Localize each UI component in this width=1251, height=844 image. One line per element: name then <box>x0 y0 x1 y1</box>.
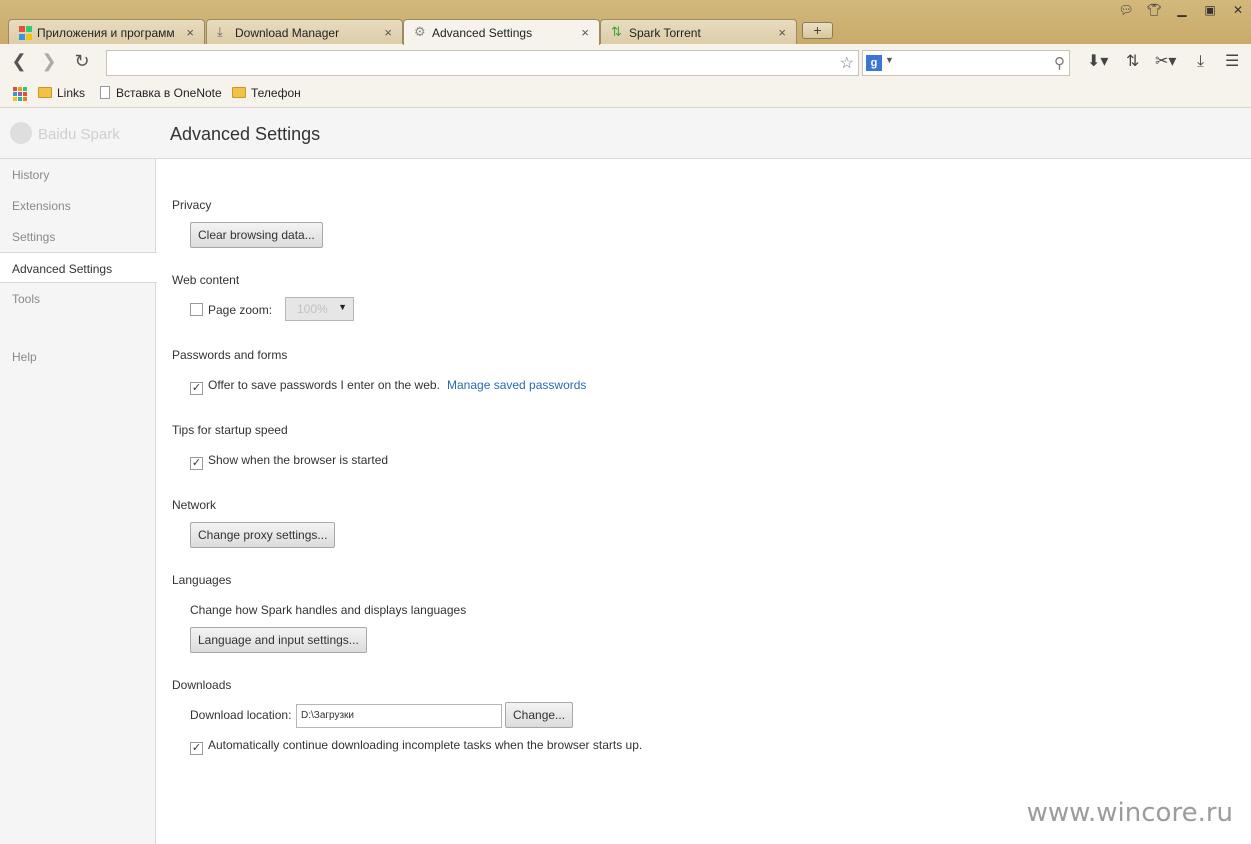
tab-advanced-settings[interactable]: ⚙ Advanced Settings × <box>403 19 600 45</box>
downloads-icon[interactable]: ⤓ <box>1197 51 1204 73</box>
apps-favicon-icon <box>19 26 33 40</box>
google-icon[interactable]: g <box>866 55 882 71</box>
sidebar-item-settings[interactable]: Settings <box>0 221 155 252</box>
tab-label: Advanced Settings <box>432 26 533 40</box>
chevron-down-icon[interactable]: ▼ <box>885 55 894 65</box>
languages-description: Change how Spark handles and displays la… <box>190 603 467 617</box>
download-icon: ⤓ <box>217 24 223 39</box>
close-icon[interactable]: × <box>778 25 786 40</box>
apps-grid-icon[interactable] <box>13 87 27 101</box>
change-download-location-button[interactable]: Change... <box>505 702 574 728</box>
tab-label: Приложения и программ <box>37 26 175 40</box>
back-icon[interactable]: ❮ <box>8 51 30 73</box>
change-proxy-settings-button[interactable]: Change proxy settings... <box>190 522 336 548</box>
page-zoom-select[interactable]: 100% ▼ <box>285 297 354 321</box>
page-zoom-row: Page zoom: <box>190 303 272 317</box>
scissors-icon[interactable]: ✂▾ <box>1155 51 1176 73</box>
tab-label: Spark Torrent <box>629 26 701 40</box>
close-icon[interactable]: × <box>581 25 589 40</box>
section-title-startup: Tips for startup speed <box>172 423 288 437</box>
torrent-arrows-icon[interactable]: ⇅ <box>1126 51 1139 73</box>
section-title-downloads: Downloads <box>172 678 232 692</box>
auto-continue-row: ✓ Automatically continue downloading inco… <box>190 738 642 755</box>
clear-browsing-data-button[interactable]: Clear browsing data... <box>190 222 323 248</box>
offer-save-passwords-label: Offer to save passwords I enter on the w… <box>208 378 440 392</box>
page-zoom-checkbox[interactable] <box>190 303 203 316</box>
close-icon[interactable]: × <box>384 25 392 40</box>
new-tab-button[interactable]: + <box>802 22 833 39</box>
sidebar-item-advanced-settings[interactable]: Advanced Settings <box>0 252 157 283</box>
page-zoom-label: Page zoom: <box>208 303 273 317</box>
forward-icon[interactable]: ❯ <box>38 51 60 73</box>
folder-icon <box>232 87 246 98</box>
page-icon <box>100 86 110 99</box>
bookmarks-bar: Links Вставка в OneNote Телефон <box>0 80 1251 108</box>
bookmark-onenote[interactable]: Вставка в OneNote <box>100 86 222 100</box>
spark-logo-icon <box>10 122 32 144</box>
sidebar: History Extensions Settings Advanced Set… <box>0 159 157 844</box>
auto-continue-label: Automatically continue downloading incom… <box>208 738 643 752</box>
gear-icon: ⚙ <box>414 24 426 39</box>
show-on-start-label: Show when the browser is started <box>208 453 389 467</box>
sidebar-item-extensions[interactable]: Extensions <box>0 190 155 221</box>
menu-icon[interactable]: ☰ <box>1225 51 1239 73</box>
shirt-icon[interactable]: 👕︎ <box>1143 3 1165 17</box>
auto-continue-checkbox[interactable]: ✓ <box>190 742 203 755</box>
sidebar-item-help[interactable]: Help <box>0 341 155 372</box>
folder-icon <box>38 87 52 98</box>
section-title-web-content: Web content <box>172 273 240 287</box>
tab-apps[interactable]: Приложения и программ × <box>8 19 205 45</box>
sidebar-item-history[interactable]: History <box>0 159 155 190</box>
tab-download-manager[interactable]: ⤓ Download Manager × <box>206 19 403 45</box>
section-title-passwords: Passwords and forms <box>172 348 288 362</box>
bookmark-phone[interactable]: Телефон <box>232 86 301 100</box>
toolbar: ❮ ❯ ↻ ☆ g ▼ ⚲ ⬇▾ ⇅ ✂▾ ⤓ ☰ <box>0 44 1251 80</box>
close-icon[interactable]: × <box>186 25 194 40</box>
video-download-icon[interactable]: ⬇▾ <box>1087 51 1108 73</box>
section-title-privacy: Privacy <box>172 198 212 212</box>
bookmark-links[interactable]: Links <box>38 86 85 100</box>
address-bar[interactable]: ☆ <box>106 50 859 76</box>
minimize-icon[interactable]: ▁ <box>1171 3 1193 17</box>
language-input-settings-button[interactable]: Language and input settings... <box>190 627 367 653</box>
page-header: Baidu Spark Advanced Settings <box>0 108 1251 159</box>
download-location-label: Download location: <box>190 708 292 722</box>
torrent-icon: ⇅ <box>611 24 622 39</box>
watermark: www.wincore.ru <box>1026 798 1233 828</box>
title-bar: Приложения и программ × ⤓ Download Manag… <box>0 0 1251 45</box>
page-title: Advanced Settings <box>170 124 321 144</box>
offer-save-passwords-row: ✓ Offer to save passwords I enter on the … <box>190 378 440 395</box>
chevron-down-icon: ▼ <box>338 302 347 312</box>
bookmark-star-icon[interactable]: ☆ <box>840 53 854 73</box>
close-window-icon[interactable]: ✕ <box>1227 3 1249 17</box>
show-on-start-row: ✓ Show when the browser is started <box>190 453 388 470</box>
download-location-field[interactable]: D:\Загрузки <box>296 704 502 728</box>
tab-label: Download Manager <box>235 26 340 40</box>
show-on-start-checkbox[interactable]: ✓ <box>190 457 203 470</box>
search-icon[interactable]: ⚲ <box>1054 54 1065 72</box>
section-title-languages: Languages <box>172 573 232 587</box>
section-title-network: Network <box>172 498 217 512</box>
maximize-icon[interactable]: ▣ <box>1199 3 1221 17</box>
brand-logo: Baidu Spark <box>10 122 120 144</box>
chat-icon[interactable]: 💬︎ <box>1115 3 1137 17</box>
search-input[interactable]: g ▼ ⚲ <box>862 50 1070 76</box>
tab-spark-torrent[interactable]: ⇅ Spark Torrent × <box>600 19 797 45</box>
sidebar-item-tools[interactable]: Tools <box>0 283 155 314</box>
reload-icon[interactable]: ↻ <box>71 51 93 73</box>
offer-save-passwords-checkbox[interactable]: ✓ <box>190 382 203 395</box>
settings-content: Privacy Clear browsing data... Web conte… <box>156 159 1251 844</box>
manage-saved-passwords-link[interactable]: Manage saved passwords <box>447 378 586 392</box>
